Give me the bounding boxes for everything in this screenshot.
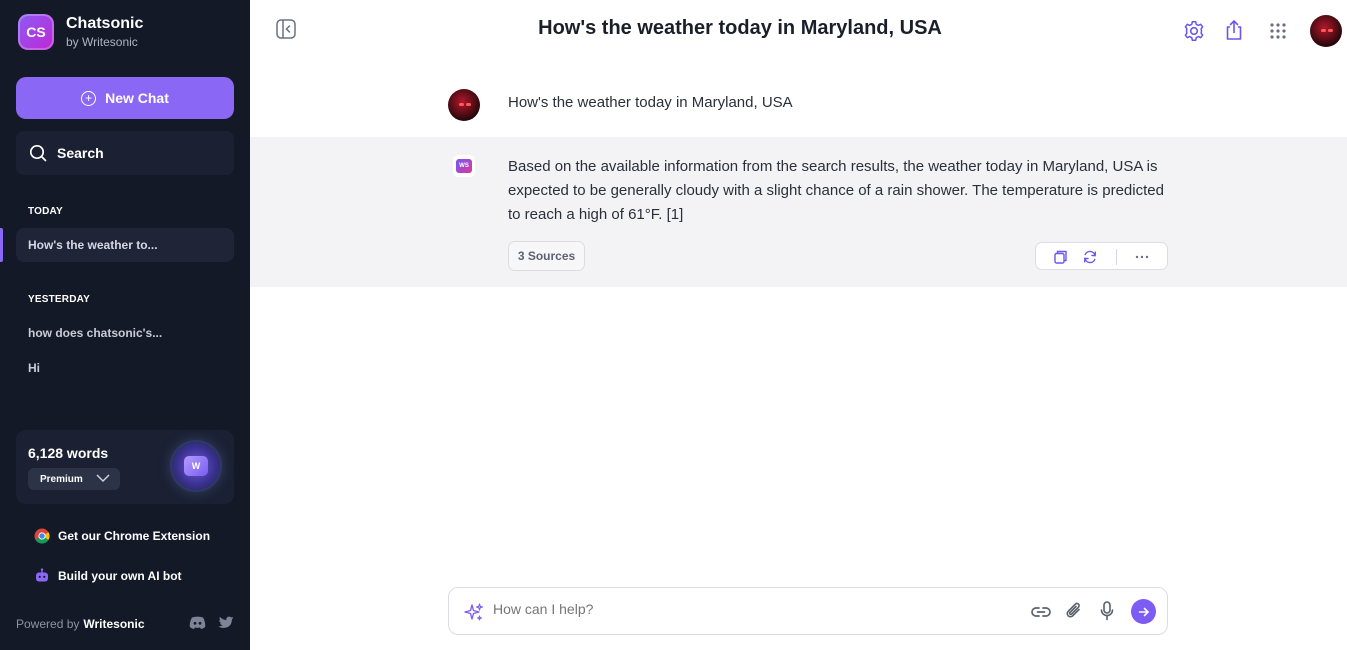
- main-panel: How's the weather today in Maryland, USA…: [250, 0, 1347, 650]
- sparkle-icon: [464, 603, 484, 621]
- powered-by-brand: Writesonic: [83, 617, 145, 631]
- section-label-today: TODAY: [28, 206, 63, 217]
- brand-name: Chatsonic: [66, 15, 144, 32]
- brand-subtitle: by Writesonic: [66, 35, 138, 49]
- ai-logo-letters: WS: [456, 159, 472, 173]
- send-button[interactable]: [1131, 599, 1156, 624]
- active-chat-marker: [0, 228, 3, 262]
- profile-avatar[interactable]: [1310, 15, 1342, 47]
- words-count: 6,128 words: [28, 445, 109, 461]
- message-input[interactable]: [493, 601, 1013, 617]
- microphone-icon[interactable]: [1099, 600, 1115, 622]
- social-icons: [189, 616, 234, 630]
- chrome-extension-label: Get our Chrome Extension: [58, 529, 211, 543]
- brand[interactable]: CS Chatsonic by Writesonic: [18, 14, 143, 50]
- share-icon[interactable]: [1224, 19, 1244, 41]
- chatsonic-logo: CS: [18, 14, 54, 50]
- chrome-icon: [34, 528, 50, 544]
- user-avatar: [448, 89, 480, 121]
- attachment-paperclip-icon[interactable]: [1064, 600, 1084, 622]
- search-label: Search: [57, 145, 104, 161]
- plan-dropdown[interactable]: Premium: [28, 468, 120, 490]
- orb-letter: W: [184, 456, 208, 476]
- regenerate-icon[interactable]: [1082, 249, 1098, 265]
- message-composer[interactable]: [448, 587, 1168, 635]
- message-action-bar: [1035, 242, 1168, 270]
- section-label-yesterday: YESTERDAY: [28, 294, 91, 305]
- twitter-icon[interactable]: [218, 616, 234, 630]
- chat-history-item[interactable]: Hi: [16, 351, 234, 385]
- build-ai-bot-link[interactable]: Build your own AI bot: [34, 568, 182, 584]
- sidebar: CS Chatsonic by Writesonic + New Chat Se…: [0, 0, 250, 650]
- bot-icon: [34, 568, 50, 584]
- arrow-right-icon: [1138, 607, 1149, 616]
- powered-by-label: Powered by: [16, 617, 80, 631]
- writesonic-logo-icon: WS: [453, 155, 475, 177]
- ai-message-row: WS Based on the available information fr…: [250, 137, 1347, 287]
- chevron-down-icon: [96, 474, 110, 483]
- action-separator: [1116, 249, 1117, 265]
- plan-label: Premium: [40, 473, 83, 485]
- discord-icon[interactable]: [189, 616, 206, 630]
- search-button[interactable]: Search: [16, 131, 234, 175]
- more-options-icon[interactable]: [1134, 249, 1150, 265]
- user-message-row: How's the weather today in Maryland, USA: [250, 86, 1347, 136]
- ai-message-text: Based on the available information from …: [508, 158, 1164, 223]
- sidebar-footer: Powered by Writesonic: [16, 616, 234, 631]
- user-message-text: How's the weather today in Maryland, USA: [508, 94, 793, 111]
- apps-grid-icon[interactable]: [1269, 22, 1287, 40]
- sources-button[interactable]: 3 Sources: [508, 241, 585, 271]
- link-icon[interactable]: [1030, 602, 1052, 622]
- chrome-extension-link[interactable]: Get our Chrome Extension: [34, 528, 210, 544]
- new-chat-button[interactable]: + New Chat: [16, 77, 234, 119]
- brand-text: Chatsonic by Writesonic: [66, 14, 143, 50]
- search-icon: [29, 144, 47, 162]
- chat-history-item[interactable]: how does chatsonic's...: [16, 316, 234, 350]
- new-chat-label: New Chat: [105, 90, 169, 106]
- usage-card: 6,128 words Premium W: [16, 430, 234, 504]
- writesonic-orb-icon[interactable]: W: [172, 442, 220, 490]
- page-title: How's the weather today in Maryland, USA: [538, 17, 942, 39]
- settings-gear-icon[interactable]: [1183, 20, 1205, 42]
- build-ai-bot-label: Build your own AI bot: [58, 569, 182, 583]
- chat-history-item[interactable]: How's the weather to...: [16, 228, 234, 262]
- copy-icon[interactable]: [1052, 249, 1068, 265]
- plus-circle-icon: +: [81, 90, 97, 106]
